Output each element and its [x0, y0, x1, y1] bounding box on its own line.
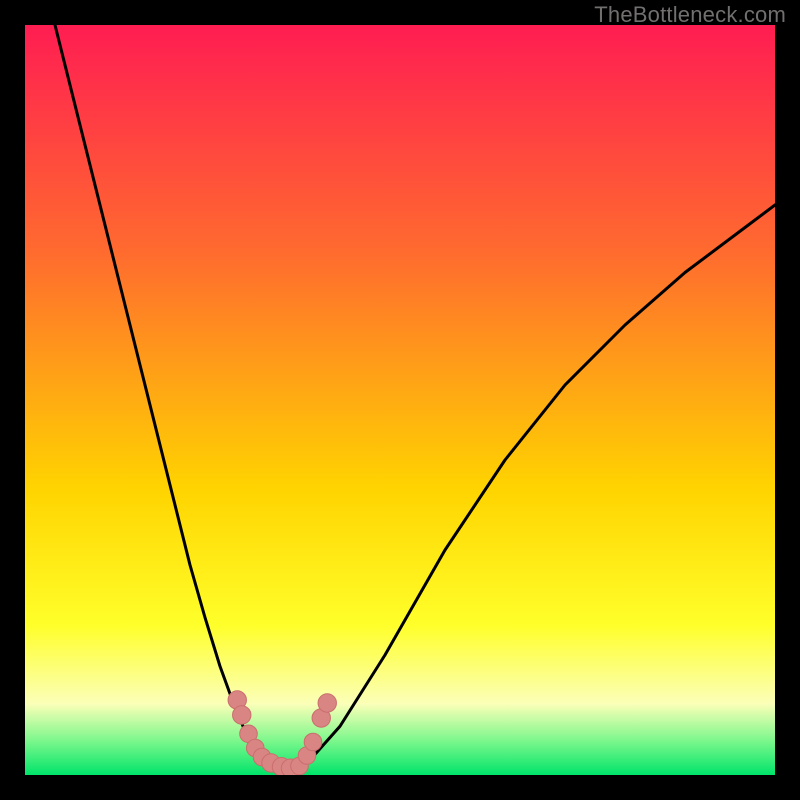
data-marker: [318, 694, 336, 712]
gradient-background: [25, 25, 775, 775]
data-marker: [233, 706, 251, 724]
watermark-label: TheBottleneck.com: [594, 2, 786, 28]
outer-frame: TheBottleneck.com: [0, 0, 800, 800]
bottleneck-chart: [25, 25, 775, 775]
plot-area: [25, 25, 775, 775]
data-marker: [304, 733, 322, 751]
